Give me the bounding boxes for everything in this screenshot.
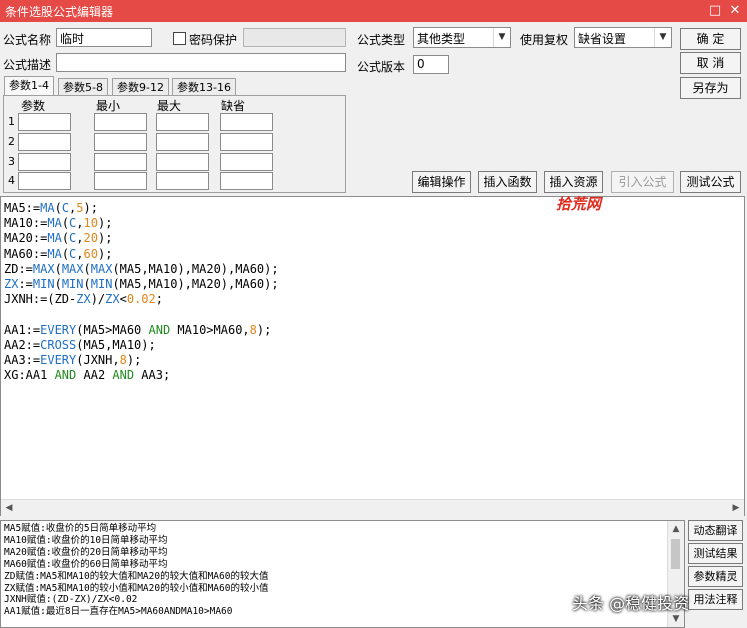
scroll-up-icon[interactable]: ▲ (669, 522, 683, 536)
scroll-left-icon[interactable]: ◀ (2, 501, 16, 515)
formula-name-input[interactable]: 临时 (56, 28, 152, 47)
param-name-input[interactable] (18, 133, 71, 151)
scroll-right-icon[interactable]: ▶ (729, 501, 743, 515)
insert-function-button[interactable]: 插入函数 (478, 171, 537, 193)
ok-button[interactable]: 确 定 (680, 28, 741, 50)
formula-version-input[interactable]: 0 (413, 55, 449, 74)
close-icon[interactable]: ✕ (727, 3, 743, 19)
param-name-input[interactable] (18, 153, 71, 171)
dynamic-translate-button[interactable]: 动态翻译 (688, 520, 743, 541)
import-formula-button[interactable]: 引入公式 (611, 171, 674, 193)
param-max-input[interactable] (156, 172, 209, 190)
save-as-button[interactable]: 另存为 (680, 77, 741, 99)
param-name-input[interactable] (18, 172, 71, 190)
footer-watermark: 头条 @稳健投资 (572, 594, 690, 613)
formula-version-label: 公式版本 (357, 60, 406, 74)
formula-name-label: 公式名称 (3, 33, 52, 47)
param-max-input[interactable] (156, 113, 209, 131)
scroll-thumb[interactable] (671, 539, 680, 569)
param-header-min: 最小 (96, 99, 121, 113)
param-default-input[interactable] (220, 172, 273, 190)
adjust-value: 缺省设置 (578, 32, 627, 46)
param-max-input[interactable] (156, 133, 209, 151)
code-text[interactable]: MA5:=MA(C,5); MA10:=MA(C,10); MA20:=MA(C… (4, 201, 279, 383)
formula-desc-input[interactable] (56, 53, 346, 72)
adjust-select[interactable]: 缺省设置 ▼ (574, 27, 672, 48)
test-formula-button[interactable]: 测试公式 (680, 171, 741, 193)
explanation-text: MA5赋值:收盘价的5日简单移动平均 MA10赋值:收盘价的10日简单移动平均 … (4, 523, 269, 618)
password-input[interactable] (243, 28, 346, 47)
param-header-default: 缺省 (221, 99, 246, 113)
edit-operation-button[interactable]: 编辑操作 (412, 171, 471, 193)
param-default-input[interactable] (220, 153, 273, 171)
tab-params-5-8[interactable]: 参数5-8 (58, 78, 108, 95)
password-label: 密码保护 (189, 33, 238, 47)
formula-type-label: 公式类型 (357, 33, 406, 47)
param-row-label: 4 (8, 174, 15, 187)
param-wizard-button[interactable]: 参数精灵 (688, 566, 743, 587)
site-watermark: 拾荒网 (556, 195, 602, 213)
window-title: 条件选股公式编辑器 (5, 5, 114, 19)
cancel-button[interactable]: 取 消 (680, 52, 741, 74)
title-bar: 条件选股公式编辑器 □ ✕ (0, 0, 747, 22)
formula-type-select[interactable]: 其他类型 ▼ (413, 27, 511, 48)
usage-notes-button[interactable]: 用法注释 (688, 589, 743, 610)
param-panel: 参数 最小 最大 缺省 1 2 3 4 (3, 95, 346, 193)
adjust-label: 使用复权 (520, 33, 569, 47)
param-min-input[interactable] (94, 133, 147, 151)
param-max-input[interactable] (156, 153, 209, 171)
tab-params-9-12[interactable]: 参数9-12 (112, 78, 169, 95)
param-name-input[interactable] (18, 113, 71, 131)
test-result-button[interactable]: 测试结果 (688, 543, 743, 564)
formula-type-value: 其他类型 (417, 32, 466, 46)
param-row-label: 3 (8, 155, 15, 168)
param-min-input[interactable] (94, 172, 147, 190)
chevron-down-icon: ▼ (493, 28, 510, 47)
tab-params-13-16[interactable]: 参数13-16 (172, 78, 236, 95)
horizontal-scrollbar[interactable]: ◀ ▶ (1, 499, 744, 516)
scroll-down-icon[interactable]: ▼ (669, 612, 683, 626)
formula-desc-label: 公式描述 (3, 58, 52, 72)
password-checkbox[interactable] (173, 32, 186, 45)
chevron-down-icon: ▼ (654, 28, 671, 47)
param-default-input[interactable] (220, 113, 273, 131)
param-header-name: 参数 (21, 99, 46, 113)
param-min-input[interactable] (94, 113, 147, 131)
param-default-input[interactable] (220, 133, 273, 151)
insert-resource-button[interactable]: 插入资源 (544, 171, 603, 193)
param-header-max: 最大 (157, 99, 182, 113)
param-row-label: 2 (8, 135, 15, 148)
param-min-input[interactable] (94, 153, 147, 171)
tab-params-1-4[interactable]: 参数1-4 (4, 76, 54, 96)
code-editor[interactable]: MA5:=MA(C,5); MA10:=MA(C,10); MA20:=MA(C… (0, 196, 745, 516)
maximize-icon[interactable]: □ (707, 3, 723, 19)
param-row-label: 1 (8, 115, 15, 128)
